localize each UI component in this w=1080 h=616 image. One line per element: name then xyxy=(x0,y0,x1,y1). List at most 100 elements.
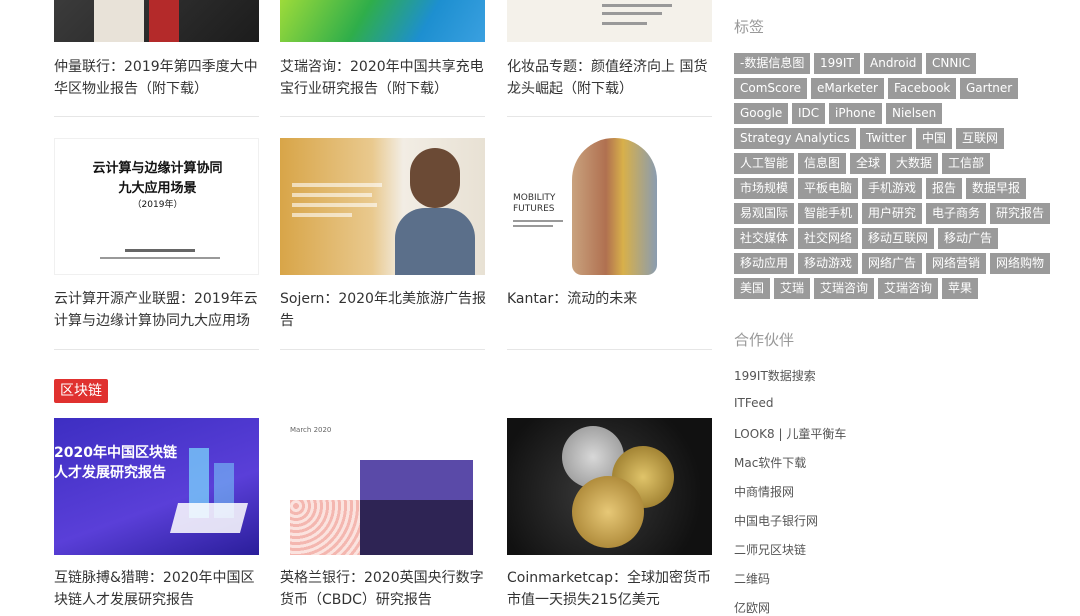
article-title[interactable]: 仲量联行：2019年第四季度大中华区物业报告（附下载） xyxy=(54,56,264,100)
partner-link[interactable]: 亿欧网 xyxy=(734,599,770,616)
tag-item[interactable]: 电子商务 xyxy=(926,203,987,224)
tag-item[interactable]: 移动互联网 xyxy=(862,228,935,249)
thumb-heading: 人才发展研究报告 xyxy=(54,465,166,481)
tag-item[interactable]: 艾瑞咨询 xyxy=(814,278,875,299)
tag-item[interactable]: IDC xyxy=(792,103,826,124)
thumb-person-head xyxy=(410,148,460,208)
partner-link[interactable]: Mac软件下载 xyxy=(734,454,806,471)
thumb-text-line xyxy=(513,225,553,227)
tag-item[interactable]: 美国 xyxy=(734,278,771,299)
partner-link[interactable]: 二师兄区块链 xyxy=(734,541,806,558)
thumb-coin-bitcoin xyxy=(572,476,644,548)
article-title[interactable]: Sojern：2020年北美旅游广告报告 xyxy=(280,288,490,332)
article-title[interactable]: 云计算开源产业联盟：2019年云计算与边缘计算协同九大应用场 xyxy=(54,288,264,332)
tag-item[interactable]: 智能手机 xyxy=(798,203,859,224)
tag-item[interactable]: 人工智能 xyxy=(734,153,795,174)
tag-item[interactable]: 网络购物 xyxy=(990,253,1051,274)
tag-item[interactable]: 手机游戏 xyxy=(862,178,923,199)
partner-link[interactable]: 199IT数据搜索 xyxy=(734,367,816,384)
thumb-person-body xyxy=(395,208,475,275)
thumb-year: （2019年） xyxy=(132,200,183,210)
article-thumbnail[interactable] xyxy=(507,418,712,555)
tag-item[interactable]: Nielsen xyxy=(886,103,943,124)
article-thumbnail[interactable]: 云计算与边缘计算协同 九大应用场景 （2019年） xyxy=(54,138,259,275)
article-thumbnail[interactable]: March 2020 xyxy=(280,418,485,555)
tag-item[interactable]: 用户研究 xyxy=(862,203,923,224)
article-thumbnail[interactable] xyxy=(280,138,485,275)
tag-item[interactable]: 信息图 xyxy=(798,153,847,174)
tags-heading: 标签 xyxy=(734,18,765,36)
tag-item[interactable]: eMarketer xyxy=(811,78,884,99)
tag-item[interactable]: iPhone xyxy=(829,103,882,124)
tag-item[interactable]: ComScore xyxy=(734,78,808,99)
divider xyxy=(280,349,485,350)
category-badge[interactable]: 区块链 xyxy=(54,379,108,403)
tag-item[interactable]: 数据早报 xyxy=(966,178,1027,199)
article-thumbnail[interactable] xyxy=(54,0,259,42)
tag-item[interactable]: 199IT xyxy=(814,53,860,74)
article-title[interactable]: 英格兰银行：2020英国央行数字货币（CBDC）研究报告 xyxy=(280,567,490,611)
tag-item[interactable]: 平板电脑 xyxy=(798,178,859,199)
thumb-heading: 九大应用场景 xyxy=(118,181,197,196)
thumb-date: March 2020 xyxy=(290,426,332,434)
tag-item[interactable]: 艾瑞咨询 xyxy=(878,278,939,299)
tag-item[interactable]: 市场规模 xyxy=(734,178,795,199)
thumb-text-line xyxy=(602,12,662,15)
thumb-face xyxy=(572,138,657,275)
thumb-block xyxy=(360,500,473,555)
tag-item[interactable]: Android xyxy=(864,53,923,74)
thumb-heading: 2020年中国区块链 xyxy=(54,445,177,461)
thumb-text-line xyxy=(513,220,563,222)
tag-item[interactable]: Twitter xyxy=(860,128,913,149)
tag-item[interactable]: -数据信息图 xyxy=(734,53,811,74)
thumb-figure xyxy=(149,0,179,42)
partner-link[interactable]: 中商情报网 xyxy=(734,483,794,500)
article-thumbnail[interactable] xyxy=(507,0,712,42)
tag-item[interactable]: Gartner xyxy=(960,78,1019,99)
article-title[interactable]: Kantar：流动的未来 xyxy=(507,288,717,310)
tag-item[interactable]: 中国 xyxy=(916,128,953,149)
partner-link[interactable]: 中国电子银行网 xyxy=(734,512,818,529)
thumb-text-line xyxy=(100,257,220,259)
tag-item[interactable]: Google xyxy=(734,103,789,124)
partner-link[interactable]: ITFeed xyxy=(734,396,774,410)
article-title[interactable]: 艾瑞咨询：2020年中国共享充电宝行业研究报告（附下载） xyxy=(280,56,490,100)
tag-item[interactable]: 网络营销 xyxy=(926,253,987,274)
tag-item[interactable]: 苹果 xyxy=(942,278,979,299)
article-thumbnail[interactable] xyxy=(280,0,485,42)
tag-item[interactable]: 社交媒体 xyxy=(734,228,795,249)
tag-item[interactable]: 移动广告 xyxy=(938,228,999,249)
partner-link[interactable]: LOOK8 | 儿童平衡车 xyxy=(734,425,846,442)
tag-item[interactable]: Facebook xyxy=(888,78,957,99)
tag-item[interactable]: 社交网络 xyxy=(798,228,859,249)
thumb-heading: MOBILITY FUTURES xyxy=(513,193,556,214)
tag-item[interactable]: 网络广告 xyxy=(862,253,923,274)
tag-item[interactable]: 移动应用 xyxy=(734,253,795,274)
article-title[interactable]: Coinmarketcap：全球加密货币市值一天损失215亿美元 xyxy=(507,567,717,611)
tag-item[interactable]: 易观国际 xyxy=(734,203,795,224)
article-title[interactable]: 互链脉搏&猎聘：2020年中国区块链人才发展研究报告 xyxy=(54,567,264,611)
article-thumbnail[interactable]: MOBILITY FUTURES xyxy=(507,138,712,275)
tag-item[interactable]: 艾瑞 xyxy=(774,278,811,299)
thumb-text-line xyxy=(292,193,372,197)
tag-item[interactable]: 全球 xyxy=(850,153,887,174)
article-thumbnail[interactable]: 2020年中国区块链 人才发展研究报告 xyxy=(54,418,259,555)
tag-item[interactable]: CNNIC xyxy=(926,53,977,74)
divider xyxy=(507,349,712,350)
thumb-pattern xyxy=(290,500,360,555)
thumb-text-line xyxy=(292,213,352,217)
divider xyxy=(54,349,259,350)
tag-item[interactable]: 大数据 xyxy=(890,153,939,174)
partner-link[interactable]: 二维码 xyxy=(734,570,770,587)
tag-item[interactable]: 移动游戏 xyxy=(798,253,859,274)
divider xyxy=(54,116,259,117)
thumb-heading: 云计算与边缘计算协同 xyxy=(92,161,223,176)
article-title[interactable]: 化妆品专题：颜值经济向上 国货龙头崛起（附下载） xyxy=(507,56,717,100)
tag-item[interactable]: 工信部 xyxy=(942,153,991,174)
tag-item[interactable]: 报告 xyxy=(926,178,963,199)
divider xyxy=(280,116,485,117)
tag-item[interactable]: 研究报告 xyxy=(990,203,1051,224)
thumb-text-line xyxy=(125,249,195,252)
tag-item[interactable]: Strategy Analytics xyxy=(734,128,856,149)
tag-item[interactable]: 互联网 xyxy=(956,128,1005,149)
